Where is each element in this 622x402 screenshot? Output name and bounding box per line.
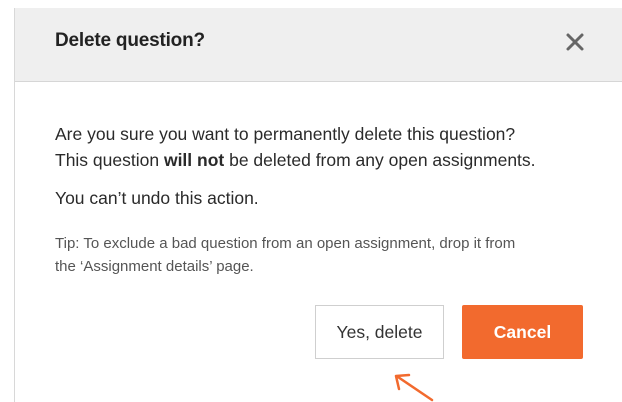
page: Delete question? Are you sure you want t… [0,0,622,402]
arrow-up-left-icon [394,373,434,402]
